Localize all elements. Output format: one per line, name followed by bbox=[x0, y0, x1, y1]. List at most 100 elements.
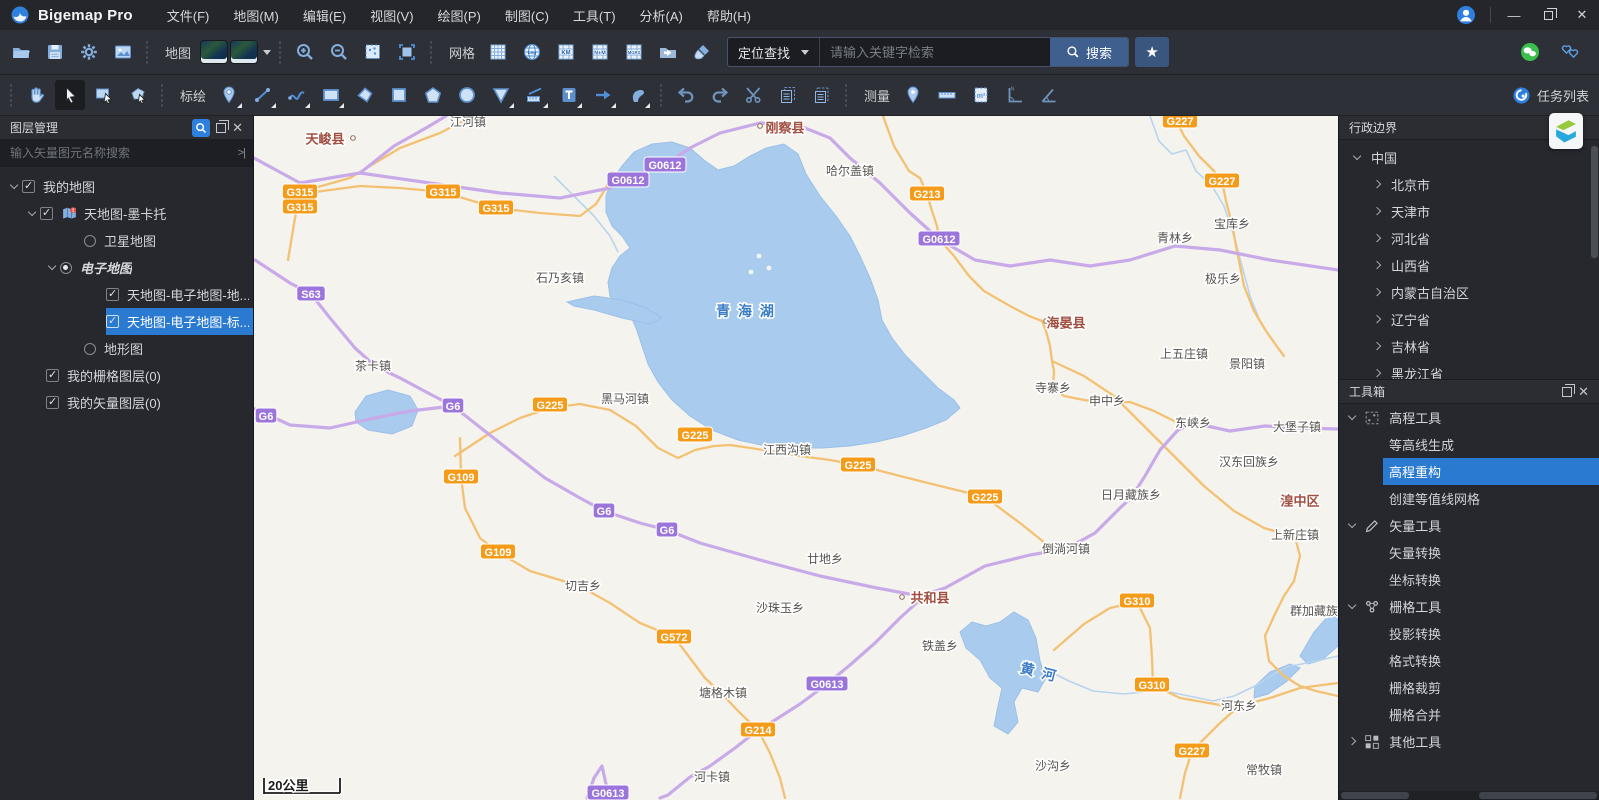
hearts-icon[interactable] bbox=[1555, 37, 1585, 67]
wechat-icon[interactable] bbox=[1515, 37, 1545, 67]
admin-tree-item[interactable]: 河北省 bbox=[1339, 225, 1599, 252]
chevron-right-icon[interactable] bbox=[1373, 180, 1382, 189]
minimize-button[interactable]: — bbox=[1497, 0, 1531, 30]
rectangle-icon[interactable] bbox=[316, 80, 346, 110]
grid-icon[interactable] bbox=[483, 37, 513, 67]
radio-button[interactable] bbox=[60, 262, 72, 274]
folder-link-icon[interactable] bbox=[653, 37, 683, 67]
menu-item-1[interactable]: 地图(M) bbox=[221, 6, 291, 25]
menu-item-6[interactable]: 工具(T) bbox=[561, 6, 628, 25]
locate-mode-dropdown[interactable]: 定位查找 bbox=[728, 38, 820, 66]
layer-tree-row[interactable]: 天地图-墨卡托 bbox=[0, 200, 253, 227]
checkbox[interactable] bbox=[46, 369, 59, 382]
lng-grid-icon[interactable]: Lng bbox=[517, 37, 547, 67]
text-tool-icon[interactable] bbox=[554, 80, 584, 110]
chevron-right-icon[interactable] bbox=[1373, 315, 1382, 324]
km-grid-icon[interactable]: KM bbox=[551, 37, 581, 67]
menu-item-4[interactable]: 绘图(P) bbox=[426, 6, 493, 25]
zoom-box-icon[interactable] bbox=[358, 37, 388, 67]
toolbox-item[interactable]: 创建等值线网格 bbox=[1383, 485, 1599, 512]
rect-select-icon[interactable] bbox=[89, 80, 119, 110]
toolbox-group[interactable]: 高程工具 bbox=[1339, 404, 1599, 431]
toolbox-group[interactable]: 栅格工具 bbox=[1339, 593, 1599, 620]
copy-icon[interactable] bbox=[773, 80, 803, 110]
checkbox[interactable] bbox=[106, 315, 119, 328]
select-cursor-icon[interactable] bbox=[55, 80, 85, 110]
restore-button[interactable] bbox=[1531, 0, 1565, 30]
chevron-down-icon[interactable] bbox=[1353, 152, 1362, 161]
chevron-right-icon[interactable] bbox=[1373, 234, 1382, 243]
layer-tree-row[interactable]: 天地图-电子地图-标... bbox=[0, 308, 253, 335]
kite-icon[interactable] bbox=[350, 80, 380, 110]
scrollbar[interactable] bbox=[1590, 142, 1598, 377]
square-icon[interactable] bbox=[384, 80, 414, 110]
menu-item-8[interactable]: 帮助(H) bbox=[695, 6, 763, 25]
admin-tree-item[interactable]: 辽宁省 bbox=[1339, 306, 1599, 333]
chevron-right-icon[interactable] bbox=[1373, 261, 1382, 270]
toolbox-item[interactable]: 栅格裁剪 bbox=[1383, 674, 1599, 701]
map-viewport[interactable]: G315G315G315G315G0612G0612G0612G213G227G… bbox=[254, 116, 1338, 800]
checkbox[interactable] bbox=[106, 288, 119, 301]
close-panel-icon[interactable]: ✕ bbox=[1578, 385, 1589, 398]
paste-icon[interactable] bbox=[807, 80, 837, 110]
chevron-down-icon[interactable] bbox=[1348, 601, 1357, 610]
float-panel-icon[interactable] bbox=[1562, 387, 1572, 397]
layer-tree-row[interactable]: 我的矢量图层(0) bbox=[0, 389, 253, 416]
mgrs-grid-icon[interactable]: MGRS bbox=[619, 37, 649, 67]
chevron-down-icon[interactable] bbox=[1348, 412, 1357, 421]
layer-tree-row[interactable]: 我的地图 bbox=[0, 173, 253, 200]
close-button[interactable]: ✕ bbox=[1565, 0, 1599, 30]
chevron-right-icon[interactable] bbox=[1373, 342, 1382, 351]
slope-ruler-icon[interactable] bbox=[520, 80, 550, 110]
pan-hand-icon[interactable] bbox=[21, 80, 51, 110]
layer-tree-row[interactable]: 天地图-电子地图-地... bbox=[0, 281, 253, 308]
collapse-input-icon[interactable]: >| bbox=[230, 147, 253, 159]
layer-search-icon[interactable] bbox=[192, 119, 210, 137]
admin-tree-item[interactable]: 北京市 bbox=[1339, 171, 1599, 198]
toolbox-group[interactable]: 其他工具 bbox=[1339, 728, 1599, 755]
admin-tree-item[interactable]: 内蒙古自治区 bbox=[1339, 279, 1599, 306]
chevron-right-icon[interactable] bbox=[1373, 207, 1382, 216]
admin-tree-item[interactable]: 天津市 bbox=[1339, 198, 1599, 225]
admin-tree-item[interactable]: 山西省 bbox=[1339, 252, 1599, 279]
settings-icon[interactable] bbox=[74, 37, 104, 67]
toolbox-item[interactable]: 高程重构 bbox=[1383, 458, 1599, 485]
open-folder-icon[interactable] bbox=[6, 37, 36, 67]
layer-filter-input[interactable] bbox=[0, 146, 230, 160]
chevron-right-icon[interactable] bbox=[1373, 369, 1382, 378]
image-export-icon[interactable] bbox=[108, 37, 138, 67]
admin-tree-item[interactable]: 黑龙江省 bbox=[1339, 360, 1599, 379]
toolbox-item[interactable]: 格式转换 bbox=[1383, 647, 1599, 674]
chevron-down-icon[interactable] bbox=[28, 208, 37, 217]
checkbox[interactable] bbox=[40, 207, 53, 220]
radio-button[interactable] bbox=[84, 343, 96, 355]
menu-item-2[interactable]: 编辑(E) bbox=[291, 6, 358, 25]
chevron-right-icon[interactable] bbox=[1348, 737, 1357, 746]
map-style-dropdown[interactable] bbox=[231, 41, 257, 63]
measure-angle-icon[interactable] bbox=[1034, 80, 1064, 110]
chevron-down-icon[interactable] bbox=[10, 181, 19, 190]
toolbox-item[interactable]: 坐标转换 bbox=[1383, 566, 1599, 593]
layer-tree-row[interactable]: 我的栅格图层(0) bbox=[0, 362, 253, 389]
account-avatar-icon[interactable] bbox=[1456, 5, 1476, 25]
nm-grid-icon[interactable]: N+M bbox=[585, 37, 615, 67]
layer-tree-row[interactable]: 地形图 bbox=[0, 335, 253, 362]
measure-area-icon[interactable]: m² bbox=[966, 80, 996, 110]
redo-icon[interactable] bbox=[705, 80, 735, 110]
zoom-out-icon[interactable] bbox=[324, 37, 354, 67]
marker-pin-icon[interactable] bbox=[214, 80, 244, 110]
measure-distance-icon[interactable] bbox=[932, 80, 962, 110]
map-style-button[interactable] bbox=[201, 41, 227, 63]
menu-item-5[interactable]: 制图(C) bbox=[493, 6, 561, 25]
toolbox-item[interactable]: 投影转换 bbox=[1383, 620, 1599, 647]
layer-tree-row[interactable]: 电子地图 bbox=[0, 254, 253, 281]
checkbox[interactable] bbox=[22, 180, 35, 193]
zoom-in-icon[interactable] bbox=[290, 37, 320, 67]
horizontal-scrollbar[interactable] bbox=[1339, 791, 1599, 800]
clear-brush-icon[interactable] bbox=[687, 37, 717, 67]
cut-icon[interactable] bbox=[739, 80, 769, 110]
menu-item-0[interactable]: 文件(F) bbox=[155, 6, 222, 25]
chevron-down-icon[interactable] bbox=[263, 50, 271, 55]
close-panel-icon[interactable]: ✕ bbox=[232, 121, 243, 134]
toolbox-group[interactable]: 矢量工具 bbox=[1339, 512, 1599, 539]
